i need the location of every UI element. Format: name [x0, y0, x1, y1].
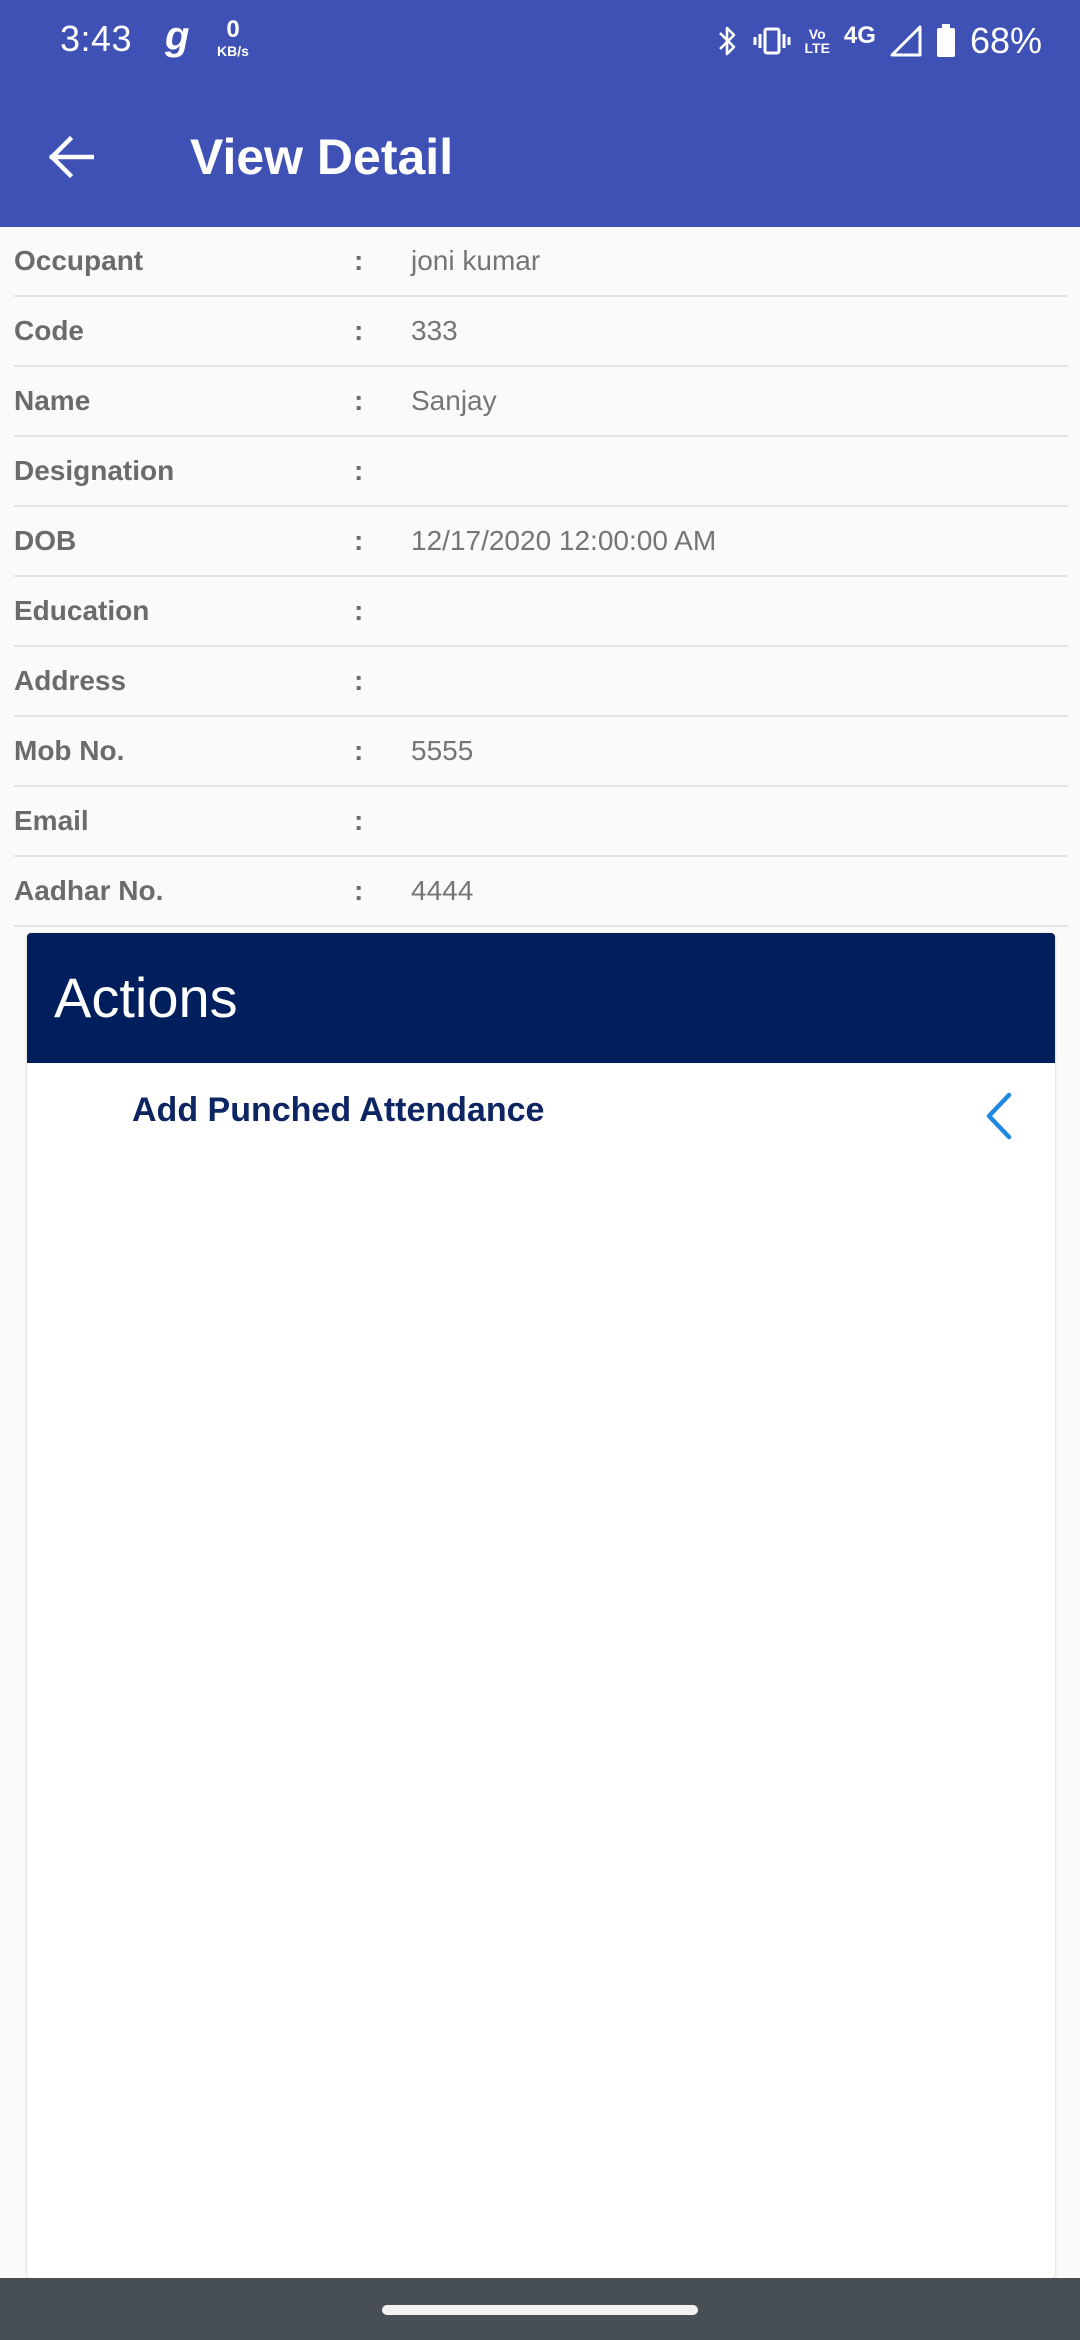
arrow-left-icon: [48, 135, 94, 179]
detail-value: 4444: [411, 875, 474, 906]
detail-separator: :: [354, 875, 364, 906]
detail-list: Occupant : joni kumar Code : 333 Name : …: [0, 227, 1080, 927]
detail-row-code: Code : 333: [14, 297, 1068, 367]
detail-separator: :: [354, 245, 364, 276]
add-punched-attendance-action[interactable]: Add Punched Attendance: [27, 1063, 1055, 1173]
net-speed-value: 0: [226, 16, 240, 43]
actions-card: Actions Add Punched Attendance: [27, 933, 1055, 2278]
detail-value: 12/17/2020 12:00:00 AM: [411, 525, 717, 556]
back-button[interactable]: [38, 124, 104, 190]
detail-row-designation: Designation :: [14, 437, 1068, 507]
detail-label: Designation: [14, 455, 175, 486]
detail-separator: :: [354, 315, 364, 346]
detail-separator: :: [354, 665, 364, 696]
battery-percent: 68%: [969, 20, 1042, 61]
detail-row-email: Email :: [14, 787, 1068, 857]
volte-icon: Vo LTE: [805, 27, 830, 55]
system-nav-bar: [0, 2278, 1080, 2340]
network-type: 4G: [843, 22, 876, 49]
bluetooth-icon: [718, 26, 735, 56]
detail-value: 333: [411, 315, 458, 346]
detail-label: Code: [14, 315, 84, 346]
detail-row-occupant: Occupant : joni kumar: [14, 227, 1068, 297]
signal-icon: [890, 25, 922, 57]
status-bar: 3:43 g 0 KB/s Vo LTE 4G 68%: [0, 0, 1080, 82]
detail-separator: :: [354, 525, 364, 556]
detail-row-name: Name : Sanjay: [14, 367, 1068, 437]
detail-label: Aadhar No.: [14, 875, 164, 906]
status-time: 3:43: [60, 18, 133, 59]
detail-separator: :: [354, 805, 364, 836]
detail-row-address: Address :: [14, 647, 1068, 717]
vibrate-icon: [753, 27, 791, 55]
detail-label: Education: [14, 595, 150, 626]
detail-value: joni kumar: [411, 245, 541, 276]
detail-label: Occupant: [14, 245, 144, 276]
detail-value: Sanjay: [411, 385, 497, 416]
home-gesture-handle[interactable]: [382, 2305, 698, 2315]
net-speed-indicator: 0 KB/s: [213, 16, 253, 59]
volte-bottom: LTE: [804, 40, 830, 56]
g-app-icon: g: [165, 14, 190, 58]
detail-row-aadhar-no: Aadhar No. : 4444: [14, 857, 1068, 927]
detail-label: Email: [14, 805, 89, 836]
detail-separator: :: [354, 385, 364, 416]
app-bar: View Detail: [0, 82, 1080, 227]
detail-value: 5555: [411, 735, 474, 766]
volte-top: Vo: [808, 26, 826, 42]
detail-row-dob: DOB : 12/17/2020 12:00:00 AM: [14, 507, 1068, 577]
detail-label: DOB: [14, 525, 77, 556]
detail-label: Name: [14, 385, 91, 416]
action-label: Add Punched Attendance: [132, 1091, 545, 1129]
net-speed-unit: KB/s: [217, 43, 249, 59]
detail-separator: :: [354, 735, 364, 766]
page-title: View Detail: [190, 129, 454, 185]
status-icons: Vo LTE 4G 68%: [715, 18, 1042, 64]
actions-header: Actions: [27, 933, 1055, 1063]
detail-separator: :: [354, 595, 364, 626]
chevron-left-icon: [986, 1092, 1012, 1140]
battery-icon: [936, 24, 955, 57]
detail-separator: :: [354, 455, 364, 486]
detail-label: Address: [14, 665, 127, 696]
detail-row-mob-no: Mob No. : 5555: [14, 717, 1068, 787]
detail-row-education: Education :: [14, 577, 1068, 647]
detail-label: Mob No.: [14, 735, 125, 766]
